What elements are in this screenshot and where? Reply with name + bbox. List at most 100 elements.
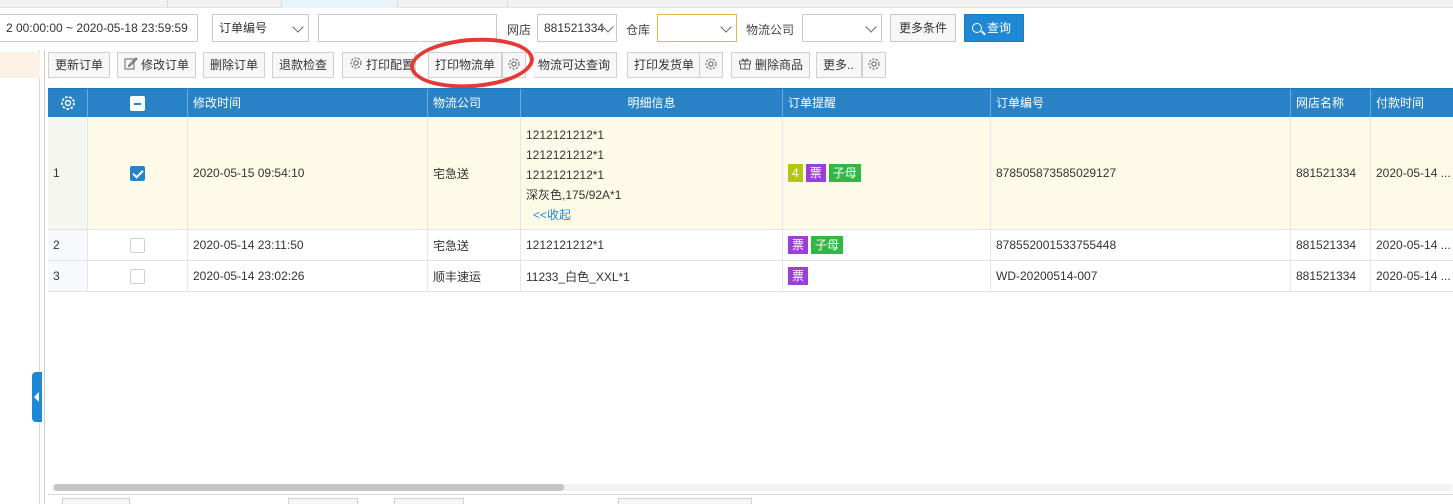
select-all-cell[interactable] bbox=[88, 89, 188, 117]
chevron-down-icon bbox=[292, 21, 304, 33]
query-button-label: 查询 bbox=[987, 21, 1012, 35]
row-remind: 票 子母 bbox=[783, 230, 991, 260]
bottom-control[interactable] bbox=[618, 498, 752, 504]
order-field-select[interactable]: 订单编号 bbox=[212, 14, 309, 42]
edit-order-button[interactable]: 修改订单 bbox=[117, 52, 197, 78]
row-modified-time: 2020-05-14 23:02:26 bbox=[188, 261, 428, 291]
bottom-control[interactable] bbox=[62, 498, 130, 504]
row-pay-time: 2020-05-14 ... bbox=[1376, 269, 1451, 283]
row-detail: 11233_白色_XXL*1 bbox=[521, 261, 783, 291]
delete-order-button[interactable]: 删除订单 bbox=[203, 52, 266, 78]
select-all-checkbox[interactable] bbox=[130, 96, 145, 112]
query-button[interactable]: 查询 bbox=[964, 14, 1024, 42]
tab-1[interactable] bbox=[0, 0, 168, 8]
table-row[interactable]: 3 2020-05-14 23:02:26 顺丰速运 11233_白色_XXL*… bbox=[48, 261, 1453, 292]
logistics-select[interactable] bbox=[802, 14, 882, 42]
row-checkbox[interactable] bbox=[130, 165, 145, 181]
row-checkbox[interactable] bbox=[130, 268, 145, 284]
detail-line: 1212121212*1 bbox=[526, 128, 605, 142]
header-pay-time[interactable]: 付款时间 bbox=[1371, 89, 1453, 117]
print-waybill-button[interactable]: 打印物流单 bbox=[428, 52, 502, 78]
header-modified-time[interactable]: 修改时间 bbox=[188, 89, 428, 117]
row-shop-name: 881521334 bbox=[1291, 261, 1371, 291]
left-panel-highlight[interactable] bbox=[0, 52, 40, 78]
print-config-label: 打印配置 bbox=[366, 58, 415, 72]
table-header: 修改时间 物流公司 明细信息 订单提醒 订单编号 网店名称 付款时间 bbox=[48, 89, 1453, 117]
parent-child-tag: 子母 bbox=[828, 164, 861, 182]
gear-icon bbox=[508, 58, 520, 70]
bottom-control[interactable] bbox=[394, 498, 464, 504]
shop-label: 网店 bbox=[507, 23, 532, 37]
detail-line: 1212121212*1 bbox=[526, 148, 605, 162]
logistics-label: 物流公司 bbox=[746, 23, 795, 37]
collapse-detail-link[interactable]: <<收起 bbox=[526, 205, 621, 225]
detail-lines: 1212121212*1 1212121212*1 1212121212*1 深… bbox=[526, 121, 621, 225]
column-settings-cell[interactable] bbox=[48, 89, 88, 117]
refund-check-button[interactable]: 退款检查 bbox=[272, 52, 335, 78]
detail-line: 1212121212*1 bbox=[526, 168, 605, 182]
print-waybill-settings-button[interactable] bbox=[502, 52, 526, 78]
collapse-panel-handle[interactable] bbox=[32, 372, 42, 422]
detail-line: 深灰色,175/92A*1 bbox=[526, 188, 622, 202]
bottom-control[interactable] bbox=[288, 498, 358, 504]
row-shop-name: 881521334 bbox=[1291, 117, 1371, 229]
shop-select[interactable]: 881521334 bbox=[537, 14, 617, 42]
horizontal-scrollbar[interactable] bbox=[52, 484, 1452, 491]
tab-4[interactable] bbox=[398, 0, 508, 8]
edit-icon bbox=[124, 54, 138, 78]
scrollbar-thumb[interactable] bbox=[54, 484, 564, 491]
invoice-tag: 票 bbox=[788, 267, 809, 285]
row-checkbox[interactable] bbox=[130, 237, 145, 253]
row-logistics: 宅急送 bbox=[428, 230, 521, 260]
left-panel bbox=[0, 50, 40, 504]
tab-2[interactable] bbox=[168, 0, 282, 8]
warehouse-label: 仓库 bbox=[626, 23, 651, 37]
gear-icon bbox=[868, 58, 880, 70]
row-select-cell[interactable] bbox=[88, 117, 188, 229]
gear-icon bbox=[705, 58, 717, 70]
print-config-button[interactable]: 打印配置 bbox=[342, 52, 416, 78]
more-conditions-button[interactable]: 更多条件 bbox=[890, 14, 957, 42]
header-logistics[interactable]: 物流公司 bbox=[428, 89, 521, 117]
edit-order-label: 修改订单 bbox=[141, 58, 190, 72]
bottom-bar bbox=[48, 494, 1453, 504]
gear-icon bbox=[60, 96, 75, 110]
update-order-button[interactable]: 更新订单 bbox=[48, 52, 111, 78]
tab-3[interactable] bbox=[282, 0, 398, 8]
row-detail: 1212121212*1 bbox=[521, 230, 783, 260]
header-shop-name[interactable]: 网店名称 bbox=[1291, 89, 1371, 117]
row-select-cell[interactable] bbox=[88, 230, 188, 260]
orders-table: 修改时间 物流公司 明细信息 订单提醒 订单编号 网店名称 付款时间 1 202… bbox=[48, 88, 1453, 488]
row-select-cell[interactable] bbox=[88, 261, 188, 291]
parent-child-tag: 子母 bbox=[811, 236, 844, 254]
table-row[interactable]: 1 2020-05-15 09:54:10 宅急送 1212121212*1 1… bbox=[48, 117, 1453, 230]
date-range-input[interactable]: 2 00:00:00 ~ 2020-05-18 23:59:59 bbox=[0, 14, 198, 42]
chevron-down-icon bbox=[720, 21, 732, 33]
more-actions-settings-button[interactable] bbox=[862, 52, 886, 78]
row-order-no: WD-20200514-007 bbox=[991, 261, 1291, 291]
gear-icon bbox=[349, 54, 363, 78]
count-badge: 4 bbox=[788, 164, 803, 182]
row-shop-name: 881521334 bbox=[1291, 230, 1371, 260]
more-actions-button[interactable]: 更多.. bbox=[816, 52, 862, 78]
warehouse-select[interactable] bbox=[657, 14, 737, 42]
print-delivery-settings-button[interactable] bbox=[699, 52, 723, 78]
chevron-down-icon bbox=[865, 21, 877, 33]
print-delivery-button[interactable]: 打印发货单 bbox=[627, 52, 702, 78]
table-row[interactable]: 2 2020-05-14 23:11:50 宅急送 1212121212*1 票… bbox=[48, 230, 1453, 261]
header-remind[interactable]: 订单提醒 bbox=[783, 89, 991, 117]
header-order-no[interactable]: 订单编号 bbox=[991, 89, 1291, 117]
delete-goods-label: 删除商品 bbox=[755, 58, 804, 72]
order-value-input[interactable] bbox=[318, 14, 497, 42]
gift-icon bbox=[738, 54, 752, 78]
delete-goods-button[interactable]: 删除商品 bbox=[731, 52, 811, 78]
shop-select-value: 881521334 bbox=[544, 21, 605, 35]
row-pay-time: 2020-05-14 ... bbox=[1376, 238, 1451, 252]
logistics-reach-button[interactable]: 物流可达查询 bbox=[534, 52, 618, 78]
row-remind: 4 票 子母 bbox=[783, 117, 991, 229]
row-order-no: 878505873585029127 bbox=[991, 117, 1291, 229]
header-detail[interactable]: 明细信息 bbox=[521, 89, 783, 117]
row-logistics: 宅急送 bbox=[428, 117, 521, 229]
filter-bar: 2 00:00:00 ~ 2020-05-18 23:59:59 订单编号 网店… bbox=[0, 8, 1453, 50]
app-root: 2 00:00:00 ~ 2020-05-18 23:59:59 订单编号 网店… bbox=[0, 0, 1453, 504]
